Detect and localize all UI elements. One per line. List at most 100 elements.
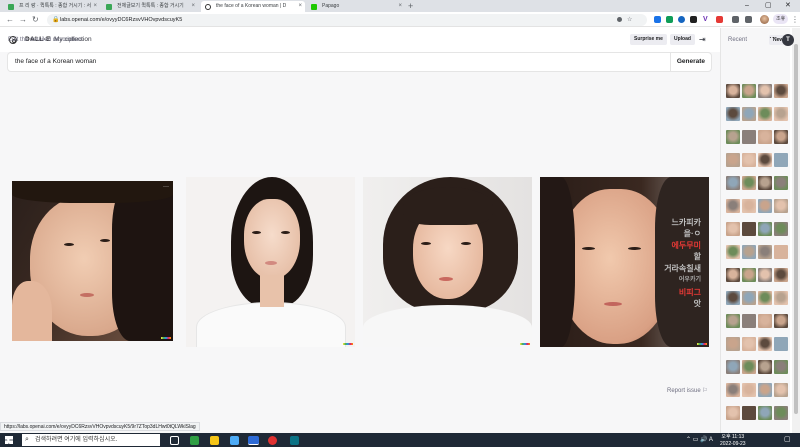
taskbar-search[interactable]: ⌕ 검색하려면 여기에 입력하십시오. xyxy=(22,434,160,446)
recent-thumbnail[interactable] xyxy=(726,406,740,420)
star-icon[interactable]: ☆ xyxy=(627,14,633,23)
generated-image-1[interactable]: ··· xyxy=(12,181,173,341)
reload-icon[interactable]: ↻ xyxy=(32,13,39,26)
tab-cafe-2[interactable]: 전체글보기 퀵톡톡 : 종합 거시기 × xyxy=(102,1,198,12)
recent-thumbnail[interactable] xyxy=(758,222,772,236)
recent-thumbnail[interactable] xyxy=(726,176,740,190)
recent-thumbnail[interactable] xyxy=(726,314,740,328)
recent-thumbnail[interactable] xyxy=(742,176,756,190)
recent-thumbnail[interactable] xyxy=(742,337,756,351)
recent-thumbnail[interactable] xyxy=(742,245,756,259)
collapse-sidebar-icon[interactable]: ⇥ xyxy=(699,34,706,45)
tray-icons[interactable]: ⌃ ▭ 🔊 A xyxy=(686,436,713,443)
recent-thumbnail[interactable] xyxy=(742,222,756,236)
forward-icon[interactable]: → xyxy=(19,13,27,26)
app-icon[interactable] xyxy=(230,436,239,445)
minimize-icon[interactable]: – xyxy=(745,0,749,12)
clock[interactable]: 오후 11:13 2022-09-23 xyxy=(720,434,746,448)
app-icon[interactable] xyxy=(290,436,299,445)
file-explorer-icon[interactable] xyxy=(210,436,219,445)
vpn-extension-icon[interactable]: V xyxy=(703,16,710,23)
recent-thumbnail[interactable] xyxy=(774,291,788,305)
recent-thumbnail[interactable] xyxy=(758,199,772,213)
notification-icon[interactable]: ▢ xyxy=(784,435,793,444)
recent-thumbnail[interactable] xyxy=(726,222,740,236)
extension-icon[interactable] xyxy=(690,16,697,23)
recent-thumbnail[interactable] xyxy=(726,291,740,305)
close-window-icon[interactable]: ✕ xyxy=(785,0,791,12)
recent-thumbnail[interactable] xyxy=(774,130,788,144)
recent-thumbnail[interactable] xyxy=(758,84,772,98)
recent-thumbnail[interactable] xyxy=(774,337,788,351)
more-options-icon[interactable]: ··· xyxy=(163,184,169,190)
upload-button[interactable]: Upload xyxy=(670,34,695,45)
recent-thumbnail[interactable] xyxy=(758,153,772,167)
recent-thumbnail[interactable] xyxy=(758,245,772,259)
back-icon[interactable]: ← xyxy=(6,13,14,26)
scrollbar[interactable] xyxy=(792,28,800,433)
generated-image-2[interactable] xyxy=(186,177,355,347)
surprise-me-button[interactable]: Surprise me xyxy=(630,34,667,45)
recent-thumbnail[interactable] xyxy=(758,107,772,121)
app-icon[interactable] xyxy=(268,436,277,445)
recent-thumbnail[interactable] xyxy=(726,268,740,282)
recent-thumbnail[interactable] xyxy=(742,84,756,98)
recent-thumbnail[interactable] xyxy=(774,314,788,328)
recent-thumbnail[interactable] xyxy=(774,153,788,167)
report-issue-link[interactable]: Report issue ⚐ xyxy=(667,387,708,394)
recent-thumbnail[interactable] xyxy=(758,291,772,305)
recent-thumbnail[interactable] xyxy=(726,130,740,144)
recent-thumbnail[interactable] xyxy=(774,245,788,259)
recent-thumbnail[interactable] xyxy=(774,84,788,98)
recent-thumbnail[interactable] xyxy=(758,176,772,190)
profile-avatar[interactable] xyxy=(760,15,769,24)
recent-thumbnail[interactable] xyxy=(726,199,740,213)
extension-icon[interactable] xyxy=(716,16,723,23)
tab-cafe-1[interactable]: 프 리 랑 · 퀵톡톡 : 종합 거시기 : 서 × xyxy=(4,1,100,12)
recent-thumbnail[interactable] xyxy=(774,406,788,420)
generated-image-3[interactable] xyxy=(363,177,532,347)
recent-thumbnail[interactable] xyxy=(726,337,740,351)
recent-thumbnail[interactable] xyxy=(758,360,772,374)
extension-icon[interactable] xyxy=(678,16,685,23)
close-icon[interactable]: × xyxy=(298,1,302,12)
recent-thumbnail[interactable] xyxy=(742,130,756,144)
generate-button[interactable]: Generate xyxy=(669,53,711,71)
close-icon[interactable]: × xyxy=(93,1,97,12)
generated-image-4[interactable]: 느카피카 을·ㅇ 에두무미 할 거라속칠새 어우카기 비피그 앗 xyxy=(540,177,709,347)
recent-thumbnail[interactable] xyxy=(758,383,772,397)
recent-thumbnail[interactable] xyxy=(742,360,756,374)
recent-thumbnail[interactable] xyxy=(774,383,788,397)
task-view-icon[interactable] xyxy=(170,436,179,445)
recent-thumbnail[interactable] xyxy=(742,383,756,397)
scrollbar-thumb[interactable] xyxy=(794,44,798,414)
close-icon[interactable]: × xyxy=(191,1,195,12)
tab-papago[interactable]: Papago × xyxy=(307,1,405,12)
recent-thumbnail[interactable] xyxy=(742,291,756,305)
recent-thumbnail[interactable] xyxy=(774,268,788,282)
new-tab-icon[interactable]: + xyxy=(408,0,413,12)
language-indicator[interactable]: A xyxy=(709,437,713,443)
recent-thumbnail[interactable] xyxy=(758,130,772,144)
recent-thumbnail[interactable] xyxy=(742,107,756,121)
recent-thumbnail[interactable] xyxy=(758,268,772,282)
recent-thumbnail[interactable] xyxy=(726,245,740,259)
prompt-input[interactable]: the face of a Korean woman Generate xyxy=(8,53,711,71)
recent-thumbnail[interactable] xyxy=(774,176,788,190)
extension-icon[interactable] xyxy=(666,16,673,23)
browser-menu-icon[interactable]: ⋮ xyxy=(791,13,799,26)
recent-thumbnail[interactable] xyxy=(742,314,756,328)
close-icon[interactable]: × xyxy=(398,1,402,12)
tab-dalle[interactable]: the face of a Korean woman | D × xyxy=(201,1,305,12)
profile-label[interactable]: 조휴 xyxy=(773,14,789,24)
windows-start-icon[interactable] xyxy=(5,436,13,444)
address-bar[interactable]: 🔒 labs.openai.com/e/ovyyDC6RzsvVHOvpvdsc… xyxy=(47,13,647,26)
recent-thumbnail[interactable] xyxy=(726,383,740,397)
recent-thumbnail[interactable] xyxy=(742,199,756,213)
user-avatar[interactable]: T xyxy=(782,34,794,46)
recent-thumbnail[interactable] xyxy=(758,337,772,351)
extension-icon[interactable] xyxy=(654,16,661,23)
recent-thumbnail[interactable] xyxy=(774,222,788,236)
recent-thumbnail[interactable] xyxy=(774,360,788,374)
recent-thumbnail[interactable] xyxy=(726,360,740,374)
